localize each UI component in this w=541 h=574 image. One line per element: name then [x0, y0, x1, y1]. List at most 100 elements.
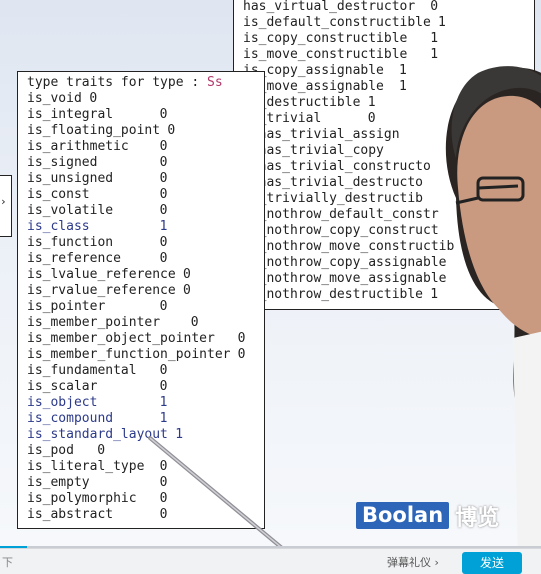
trait-name: is_reference — [27, 251, 121, 266]
trait-name: is_member_object_pointer — [27, 331, 215, 346]
trait-name: is_trivially_destructib — [243, 191, 424, 206]
left-trait-row: is_rvalue_reference 0 — [27, 283, 191, 299]
left-trait-row: is_empty 0 — [27, 475, 167, 491]
left-trait-row: is_const 0 — [27, 187, 167, 203]
danmu-etiquette-link[interactable]: 弹幕礼仪 › — [387, 553, 439, 573]
left-trait-row: is_unsigned 0 — [27, 171, 167, 187]
trait-name: is_pointer — [27, 299, 106, 314]
right-trait-row: __has_trivial_constructo — [243, 159, 431, 175]
trait-name: is_arithmetic — [27, 139, 129, 154]
trait-name: is_compound — [27, 411, 114, 426]
left-trait-row: is_function 0 — [27, 235, 167, 251]
trait-value: 0 — [97, 443, 106, 458]
trait-value: 0 — [159, 475, 168, 490]
trait-value: 0 — [159, 235, 168, 250]
trait-value: 0 — [159, 187, 168, 202]
left-trait-row: is_volatile 0 — [27, 203, 167, 219]
trait-name: is_class — [27, 219, 90, 234]
trait-value: 0 — [159, 251, 168, 266]
trait-value: 1 — [399, 63, 407, 78]
player-control-bar: 下 弹幕礼仪 › 发送 — [0, 548, 541, 574]
left-trait-row: is_reference 0 — [27, 251, 167, 267]
right-trait-row: has_virtual_destructor 0 — [243, 0, 438, 15]
left-trait-row: is_integral 0 — [27, 107, 167, 123]
left-trait-row: is_class 1 — [27, 219, 167, 235]
trait-name: is_nothrow_default_constr — [243, 207, 439, 222]
trait-value: 0 — [159, 171, 168, 186]
trait-name: is_nothrow_move_assignable — [243, 271, 447, 286]
traits-panel-left: type traits for type : Ss is_void 0 is_int… — [17, 71, 265, 529]
left-trait-row: is_scalar 0 — [27, 379, 167, 395]
left-trait-row: is_member_object_pointer 0 — [27, 331, 245, 347]
trait-value: 0 — [183, 267, 191, 282]
danmu-input[interactable]: 下 — [0, 553, 13, 573]
left-trait-row: is_fundamental 0 — [27, 363, 167, 379]
trait-name: is_standard_layout — [27, 427, 168, 442]
trait-name: is_empty — [27, 475, 90, 490]
left-trait-row: is_polymorphic 0 — [27, 491, 167, 507]
trait-name: is_pod — [27, 443, 74, 458]
left-trait-row: is_literal_type 0 — [27, 459, 167, 475]
trait-name: is_fundamental — [27, 363, 137, 378]
trait-value: 1 — [438, 15, 446, 30]
trait-value: 0 — [159, 379, 168, 394]
trait-name: is_copy_constructible — [243, 31, 408, 46]
right-trait-row: __has_trivial_assign — [243, 127, 400, 143]
trait-name: is_floating_point — [27, 123, 161, 138]
trait-value: 1 — [159, 411, 168, 426]
trait-name: is_member_function_pointer — [27, 347, 231, 362]
left-trait-row: is_abstract 0 — [27, 507, 167, 523]
trait-name: is_rvalue_reference — [27, 283, 176, 298]
trait-value: 0 — [159, 459, 168, 474]
trait-name: has_virtual_destructor — [243, 0, 416, 14]
left-trait-row: is_standard_layout 1 — [27, 427, 183, 443]
trait-value: 0 — [89, 91, 98, 106]
left-trait-row: is_lvalue_reference 0 — [27, 267, 191, 283]
trait-value: 1 — [159, 395, 168, 410]
trait-name: is_unsigned — [27, 171, 114, 186]
trait-value: 0 — [159, 139, 168, 154]
trait-name: __has_trivial_destructo — [243, 175, 424, 190]
trait-value: 1 — [159, 219, 168, 234]
trait-value: 0 — [159, 299, 168, 314]
trait-value: 1 — [399, 79, 407, 94]
trait-value: 0 — [237, 331, 246, 346]
presenter-image — [445, 66, 541, 548]
trait-name: __has_trivial_assign — [243, 127, 400, 142]
right-trait-row: is_trivially_destructib — [243, 191, 423, 207]
boolan-logo: Boolan 博览 — [356, 502, 499, 531]
right-trait-row: is_copy_constructible 1 — [243, 31, 438, 47]
left-trait-row: is_floating_point 0 — [27, 123, 175, 139]
trait-name: is_default_constructible — [243, 15, 431, 30]
right-trait-row: is_nothrow_copy_assignable — [243, 255, 447, 271]
trait-name: is_polymorphic — [27, 491, 137, 506]
send-button[interactable]: 发送 — [462, 552, 522, 574]
trait-name: is_nothrow_copy_construct — [243, 223, 439, 238]
left-trait-row: is_pod 0 — [27, 443, 105, 459]
left-trait-row: is_arithmetic 0 — [27, 139, 167, 155]
trait-name: is_volatile — [27, 203, 114, 218]
trait-value: 0 — [159, 491, 168, 506]
trait-value: 0 — [159, 107, 168, 122]
left-trait-row: is_void 0 — [27, 91, 97, 107]
logo-text-en: Boolan — [356, 502, 450, 529]
trait-name: is_nothrow_destructible — [243, 287, 424, 302]
trait-name: is_signed — [27, 155, 98, 170]
left-trait-row: is_compound 1 — [27, 411, 167, 427]
trait-name: is_member_pointer — [27, 315, 161, 330]
right-trait-row: is_default_constructible 1 — [243, 15, 446, 31]
header-prefix: type traits for type : — [27, 75, 208, 90]
trait-value: 0 — [430, 0, 439, 14]
left-trait-row: is_object 1 — [27, 395, 167, 411]
video-frame[interactable]: › has_virtual_destructor 0 is_default_cons… — [0, 0, 541, 548]
trait-value: 0 — [159, 507, 168, 522]
trait-name: is_void — [27, 91, 82, 106]
trait-value: 0 — [367, 111, 376, 126]
trait-value: 0 — [183, 283, 191, 298]
trait-name: is_nothrow_copy_assignable — [243, 255, 447, 270]
trait-name: is_function — [27, 235, 114, 250]
header-type: Ss — [207, 75, 223, 90]
trait-value: 0 — [190, 315, 199, 330]
right-trait-row: is_nothrow_copy_construct — [243, 223, 439, 239]
trait-name: is_literal_type — [27, 459, 145, 474]
